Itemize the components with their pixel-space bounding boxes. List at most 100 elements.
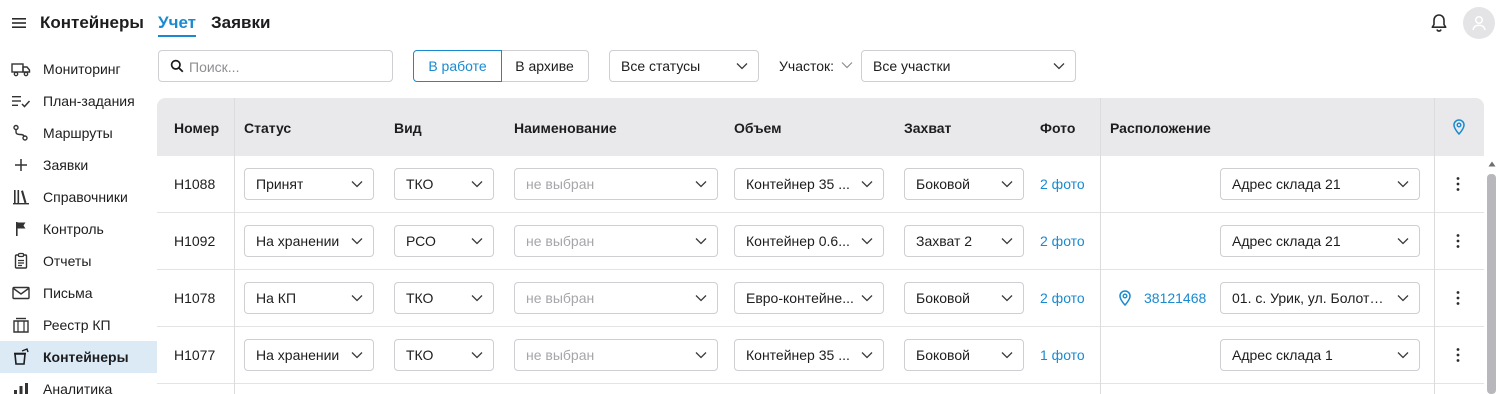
- sidebar-item-control[interactable]: Контроль: [0, 213, 157, 245]
- row-status-value: На хранении: [256, 233, 340, 249]
- sidebar-item-requests[interactable]: Заявки: [0, 149, 157, 181]
- sidebar-item-containers[interactable]: Контейнеры: [0, 341, 157, 373]
- sidebar-item-analytics[interactable]: Аналитика: [0, 373, 157, 394]
- chevron-down-icon: [861, 237, 873, 245]
- row-kind-select[interactable]: ТКО: [394, 168, 494, 200]
- row-name-select[interactable]: не выбран: [514, 282, 718, 314]
- sidebar-item-letters[interactable]: Письма: [0, 277, 157, 309]
- table-row[interactable]: Н1092 На хранении РСО не выбран Контейне…: [157, 213, 1484, 270]
- checklist-icon: [11, 92, 31, 110]
- row-grip-select[interactable]: Боковой: [904, 168, 1024, 200]
- row-more-menu-icon[interactable]: [1452, 232, 1464, 250]
- truck-icon: [11, 60, 31, 78]
- row-photo-link[interactable]: 1 фото: [1040, 347, 1085, 363]
- row-volume-select[interactable]: Контейнер 35 ...: [734, 339, 884, 371]
- row-more-menu-icon[interactable]: [1452, 289, 1464, 307]
- row-location-value: Адрес склада 21: [1232, 176, 1341, 192]
- report-icon: [11, 252, 31, 270]
- map-pin-icon[interactable]: [1452, 119, 1466, 135]
- column-volume[interactable]: Объем: [734, 120, 782, 136]
- chevron-down-icon[interactable]: [841, 61, 853, 69]
- row-location-select[interactable]: Адрес склада 21: [1220, 225, 1420, 257]
- sidebar-item-plans[interactable]: План-задания: [0, 85, 157, 117]
- sidebar-item-label: Контейнеры: [43, 349, 129, 365]
- row-grip-select[interactable]: Боковой: [904, 282, 1024, 314]
- notifications-bell-icon[interactable]: [1428, 12, 1450, 34]
- chevron-down-icon: [861, 180, 873, 188]
- chevron-down-icon: [471, 237, 483, 245]
- row-location-select[interactable]: Адрес склада 1: [1220, 339, 1420, 371]
- row-kind-value: ТКО: [406, 347, 434, 363]
- sidebar-item-label: Мониторинг: [43, 61, 121, 77]
- chevron-down-icon: [351, 237, 363, 245]
- row-status-select[interactable]: На хранении: [244, 225, 374, 257]
- row-more-menu-icon[interactable]: [1452, 346, 1464, 364]
- row-status-select[interactable]: На хранении: [244, 339, 374, 371]
- column-location[interactable]: Расположение: [1110, 120, 1211, 136]
- segment-in-work[interactable]: В работе: [413, 50, 502, 82]
- hamburger-menu-icon[interactable]: [11, 16, 27, 30]
- location-pin-icon[interactable]: [1118, 290, 1132, 306]
- row-name-select[interactable]: не выбран: [514, 225, 718, 257]
- row-grip-select[interactable]: Захват 2: [904, 225, 1024, 257]
- column-number[interactable]: Номер: [174, 120, 219, 136]
- row-status-select[interactable]: Принят: [244, 168, 374, 200]
- segment-archive[interactable]: В архиве: [501, 50, 589, 82]
- search-icon: [170, 59, 184, 73]
- plus-icon: [11, 156, 31, 174]
- table-row[interactable]: Н1077 На хранении ТКО не выбран Контейне…: [157, 327, 1484, 384]
- sidebar-item-reports[interactable]: Отчеты: [0, 245, 157, 277]
- row-location-select[interactable]: Адрес склада 21: [1220, 168, 1420, 200]
- sidebar-item-monitoring[interactable]: Мониторинг: [0, 53, 157, 85]
- row-location-id-link[interactable]: 38121468: [1144, 290, 1206, 306]
- row-status-select[interactable]: На КП: [244, 282, 374, 314]
- column-kind[interactable]: Вид: [394, 120, 422, 136]
- table-row[interactable]: Н1078 На КП ТКО не выбран Евро-контейне.…: [157, 270, 1484, 327]
- row-status-value: На хранении: [256, 347, 340, 363]
- status-filter-select[interactable]: Все статусы: [609, 50, 759, 82]
- row-number: Н1077: [174, 347, 216, 363]
- tab-accounting[interactable]: Учет: [158, 13, 197, 37]
- row-name-select[interactable]: не выбран: [514, 168, 718, 200]
- row-location-select[interactable]: 01. с. Урик, ул. Болотна...: [1220, 282, 1420, 314]
- chevron-down-icon: [861, 351, 873, 359]
- registry-icon: [11, 316, 31, 334]
- column-photo[interactable]: Фото: [1040, 120, 1075, 136]
- vertical-scrollbar[interactable]: [1484, 156, 1499, 394]
- row-volume-value: Евро-контейне...: [746, 290, 854, 306]
- row-grip-select[interactable]: Боковой: [904, 339, 1024, 371]
- row-photo-link[interactable]: 2 фото: [1040, 290, 1085, 306]
- tab-requests[interactable]: Заявки: [211, 13, 270, 33]
- row-name-value: не выбран: [526, 347, 595, 363]
- row-more-menu-icon[interactable]: [1452, 175, 1464, 193]
- scrollbar-thumb[interactable]: [1487, 174, 1496, 394]
- row-photo-link[interactable]: 2 фото: [1040, 176, 1085, 192]
- row-volume-select[interactable]: Контейнер 35 ...: [734, 168, 884, 200]
- search-input[interactable]: [189, 57, 384, 77]
- chevron-down-icon: [351, 180, 363, 188]
- chevron-down-icon: [351, 294, 363, 302]
- sidebar-item-directories[interactable]: Справочники: [0, 181, 157, 213]
- scroll-up-arrow-icon[interactable]: [1488, 161, 1496, 167]
- search-field[interactable]: [158, 50, 393, 82]
- sidebar-item-label: План-задания: [43, 93, 135, 109]
- row-volume-select[interactable]: Контейнер 0.6...: [734, 225, 884, 257]
- row-kind-select[interactable]: ТКО: [394, 339, 494, 371]
- mail-icon: [11, 284, 31, 302]
- user-avatar[interactable]: [1463, 7, 1495, 39]
- column-grip[interactable]: Захват: [904, 120, 951, 136]
- sidebar-item-routes[interactable]: Маршруты: [0, 117, 157, 149]
- column-status[interactable]: Статус: [244, 120, 291, 136]
- table-row[interactable]: Н1088 Принят ТКО не выбран Контейнер 35 …: [157, 156, 1484, 213]
- row-photo-link[interactable]: 2 фото: [1040, 233, 1085, 249]
- column-divider: [1100, 98, 1101, 394]
- row-grip-value: Боковой: [916, 290, 970, 306]
- site-filter-select[interactable]: Все участки: [861, 50, 1076, 82]
- row-volume-select[interactable]: Евро-контейне...: [734, 282, 884, 314]
- row-kind-select[interactable]: ТКО: [394, 282, 494, 314]
- sidebar-item-registry[interactable]: Реестр КП: [0, 309, 157, 341]
- row-grip-value: Захват 2: [916, 233, 973, 249]
- row-name-select[interactable]: не выбран: [514, 339, 718, 371]
- row-kind-select[interactable]: РСО: [394, 225, 494, 257]
- column-name[interactable]: Наименование: [514, 120, 617, 136]
